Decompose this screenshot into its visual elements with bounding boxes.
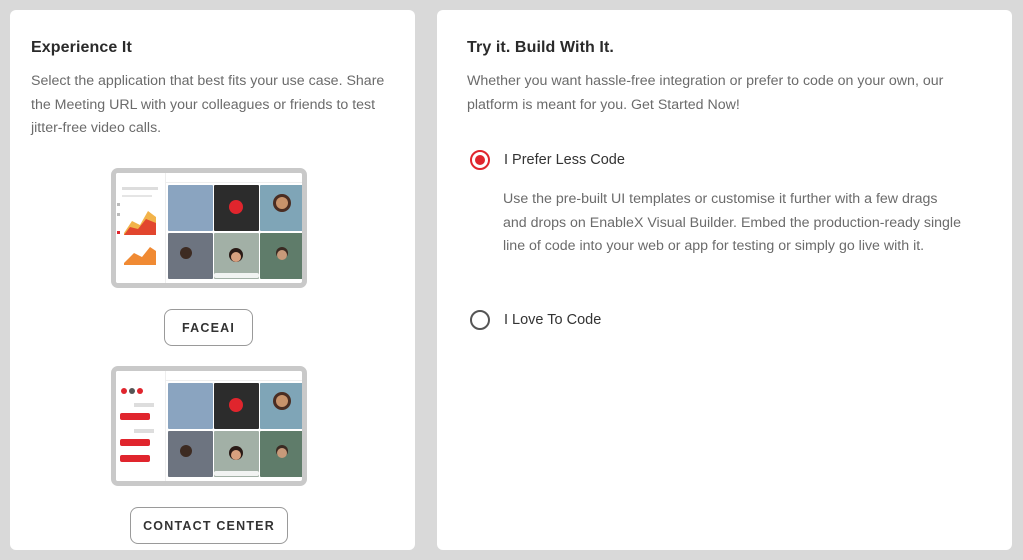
radio-love-to-code[interactable] (470, 310, 490, 330)
option-love-to-code-label[interactable]: I Love To Code (504, 312, 601, 328)
build-heading: Try it. Build With It. (467, 39, 614, 56)
contact-center-button[interactable]: CONTACT CENTER (130, 507, 288, 544)
build-description: Whether you want hassle-free integration… (467, 73, 944, 113)
contact-center-preview-image (111, 366, 307, 486)
experience-description: Select the application that best fits yo… (31, 73, 385, 136)
faceai-preview-image (111, 168, 307, 288)
experience-panel: Experience It Select the application tha… (10, 10, 415, 550)
radio-less-code[interactable] (470, 150, 490, 170)
option-less-code[interactable]: I Prefer Less Code (470, 150, 625, 170)
option-love-to-code[interactable]: I Love To Code (470, 310, 601, 330)
experience-heading: Experience It (31, 39, 132, 56)
option-less-code-description: Use the pre-built UI templates or custom… (503, 191, 961, 254)
option-less-code-label[interactable]: I Prefer Less Code (504, 152, 625, 168)
faceai-button[interactable]: FACEAI (164, 309, 253, 346)
build-panel: Try it. Build With It. Whether you want … (437, 10, 1012, 550)
